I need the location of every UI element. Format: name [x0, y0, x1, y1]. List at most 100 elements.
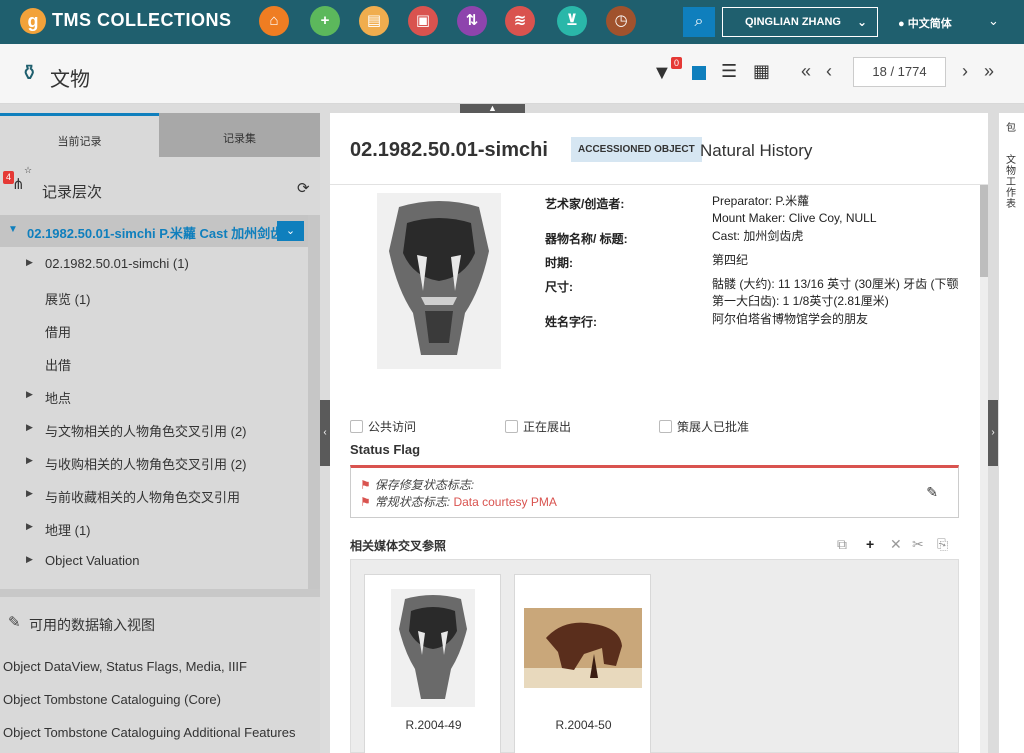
paste-icon[interactable]: ⎘: [937, 536, 948, 553]
single-view-button[interactable]: [692, 66, 706, 80]
edit-icon: ✎: [8, 614, 21, 631]
caret-right-icon[interactable]: ▶: [26, 554, 33, 565]
media-gallery: R.2004-49 R.2004-50: [350, 559, 959, 753]
object-photo[interactable]: [377, 193, 501, 369]
flag-icon: ⚑: [360, 478, 371, 492]
top-nav-bar: g TMS COLLECTIONS ⌂ + ▤ ▣ ⇅ ≋ ⊻ ◷ ⌕ QING…: [0, 0, 1024, 44]
record-header: 02.1982.50.01-simchi ACCESSIONED OBJECT …: [330, 113, 988, 185]
gallery-icon: ▣: [415, 12, 431, 29]
page-indicator[interactable]: 18 / 1774: [853, 57, 946, 87]
collapse-left-handle[interactable]: ‹: [320, 400, 330, 466]
record-detail: 02.1982.50.01-simchi ACCESSIONED OBJECT …: [330, 113, 988, 753]
right-side-strip: 包 文物工作表: [998, 113, 1024, 753]
field-value: 第四纪: [712, 253, 749, 267]
caret-right-icon[interactable]: ▶: [26, 455, 33, 466]
tree-scrollbar[interactable]: [308, 215, 320, 589]
remove-media-icon[interactable]: ✕: [890, 536, 902, 553]
field-value: 骷髅 (大约): 11 13/16 英寸 (30厘米) 牙齿 (下颚第一大臼齿)…: [712, 277, 959, 308]
tab-current-record[interactable]: 当前记录: [0, 113, 159, 157]
clock-icon: ◷: [614, 12, 628, 29]
hierarchy-icon: ⋔: [12, 176, 25, 193]
document-button[interactable]: ▤: [359, 6, 389, 36]
tree-item[interactable]: 出借: [0, 347, 308, 380]
next-page-icon[interactable]: ›: [962, 61, 968, 82]
refresh-icon[interactable]: ⟳: [297, 179, 310, 197]
first-page-icon[interactable]: «: [801, 61, 811, 82]
transfer-button[interactable]: ⇅: [457, 6, 487, 36]
general-flag-row: ⚑ 常规状态标志: Data courtesy PMA: [360, 495, 557, 509]
cut-icon[interactable]: ✂: [912, 536, 924, 553]
tree-selected-record[interactable]: ▼ 02.1982.50.01-simchi P.米蘿 Cast 加州剑齿虎 ⌄: [0, 215, 308, 247]
on-view-checkbox[interactable]: 正在展出: [505, 418, 571, 435]
media-card[interactable]: R.2004-49: [364, 574, 501, 753]
tree-item[interactable]: 借用: [0, 314, 308, 347]
module-title: 文物: [50, 69, 90, 91]
general-flag-value: Data courtesy PMA: [453, 495, 557, 509]
media-card[interactable]: R.2004-50: [514, 574, 651, 753]
tree-item[interactable]: ▶ 与收购相关的人物角色交叉引用 (2): [0, 446, 308, 479]
add-button[interactable]: +: [310, 6, 340, 36]
gallery-button[interactable]: ▣: [408, 6, 438, 36]
star-icon[interactable]: ☆: [24, 165, 32, 176]
tree-item[interactable]: ▶ 地点: [0, 380, 308, 413]
language-selector[interactable]: ● 中文简体: [898, 15, 952, 31]
basket-button[interactable]: ⊻: [557, 6, 587, 36]
tree-item[interactable]: 展览 (1): [0, 281, 308, 314]
status-flag-panel: ⚑ 保存修复状态标志: ⚑ 常规状态标志: Data courtesy PMA ✎: [350, 465, 959, 518]
data-view-link[interactable]: Object Tombstone Cataloguing (Core): [3, 692, 221, 707]
caret-right-icon[interactable]: ▶: [26, 389, 33, 400]
package-tab[interactable]: 包: [1006, 123, 1018, 134]
object-worksheet-tab[interactable]: 文物工作表: [1006, 155, 1018, 210]
detail-scrollbar[interactable]: [980, 185, 988, 753]
caret-right-icon[interactable]: ▶: [26, 521, 33, 532]
field-value: 阿尔伯塔省博物馆学会的朋友: [712, 312, 869, 326]
home-button[interactable]: ⌂: [259, 6, 289, 36]
tree-item[interactable]: ▶ 地理 (1): [0, 512, 308, 545]
tree-item[interactable]: ▶ Object Valuation: [0, 545, 308, 578]
filter-icon[interactable]: ▼: [652, 62, 672, 85]
record-tree: ▼ 02.1982.50.01-simchi P.米蘿 Cast 加州剑齿虎 ⌄…: [0, 215, 308, 589]
layers-icon: ≋: [513, 12, 527, 29]
field-label: 时期:: [545, 256, 573, 270]
tree-selected-label: 02.1982.50.01-simchi P.米蘿 Cast 加州剑齿虎: [27, 226, 277, 241]
data-view-link[interactable]: Object DataView, Status Flags, Media, II…: [3, 659, 247, 674]
layers-button[interactable]: ≋: [505, 6, 535, 36]
chevron-down-icon[interactable]: ⌄: [277, 221, 304, 241]
list-view-icon[interactable]: ☰: [721, 61, 737, 82]
user-menu[interactable]: QINGLIAN ZHANG ⌄: [722, 7, 878, 37]
panel-splitter[interactable]: [0, 589, 320, 597]
status-badge: ACCESSIONED OBJECT: [571, 137, 702, 162]
app-logo[interactable]: g: [20, 8, 46, 34]
caret-down-icon[interactable]: ▼: [8, 224, 18, 235]
collapse-header-handle[interactable]: ▲: [460, 104, 525, 113]
collapse-right-handle[interactable]: ›: [988, 400, 998, 466]
edit-icon[interactable]: ✎: [926, 484, 938, 501]
grid-view-icon[interactable]: ▦: [753, 61, 770, 82]
public-access-checkbox[interactable]: 公共访问: [350, 418, 416, 435]
add-media-icon[interactable]: +: [866, 536, 874, 552]
tree-item[interactable]: ▶ 02.1982.50.01-simchi (1): [0, 248, 308, 281]
tree-item[interactable]: ▶ 与文物相关的人物角色交叉引用 (2): [0, 413, 308, 446]
caret-right-icon[interactable]: ▶: [26, 488, 33, 499]
plus-icon: +: [320, 12, 330, 29]
field-value: Preparator: P.米蘿 Mount Maker: Clive Coy,…: [712, 194, 877, 225]
clock-button[interactable]: ◷: [606, 6, 636, 36]
copy-media-icon[interactable]: ⧉: [837, 536, 847, 553]
object-number: 02.1982.50.01-simchi: [350, 139, 548, 161]
data-view-link[interactable]: Object Tombstone Cataloguing Additional …: [3, 725, 295, 740]
curator-approved-checkbox[interactable]: 策展人已批准: [659, 418, 749, 435]
caret-right-icon[interactable]: ▶: [26, 257, 33, 268]
chevron-down-icon[interactable]: ⌄: [988, 13, 999, 29]
prev-page-icon[interactable]: ‹: [826, 61, 832, 82]
search-button[interactable]: ⌕: [683, 7, 715, 37]
last-page-icon[interactable]: »: [984, 61, 994, 82]
scrollbar-thumb[interactable]: [980, 185, 988, 277]
field-value: Cast: 加州剑齿虎: [712, 229, 804, 243]
app-brand[interactable]: TMS COLLECTIONS: [52, 10, 232, 31]
basket-icon: ⊻: [565, 12, 579, 29]
tree-item[interactable]: ▶ 与前收藏相关的人物角色交叉引用: [0, 479, 308, 512]
caret-right-icon[interactable]: ▶: [26, 422, 33, 433]
tab-record-set[interactable]: 记录集: [159, 113, 320, 157]
field-label: 艺术家/创造者:: [545, 197, 625, 211]
document-icon: ▤: [366, 12, 382, 29]
